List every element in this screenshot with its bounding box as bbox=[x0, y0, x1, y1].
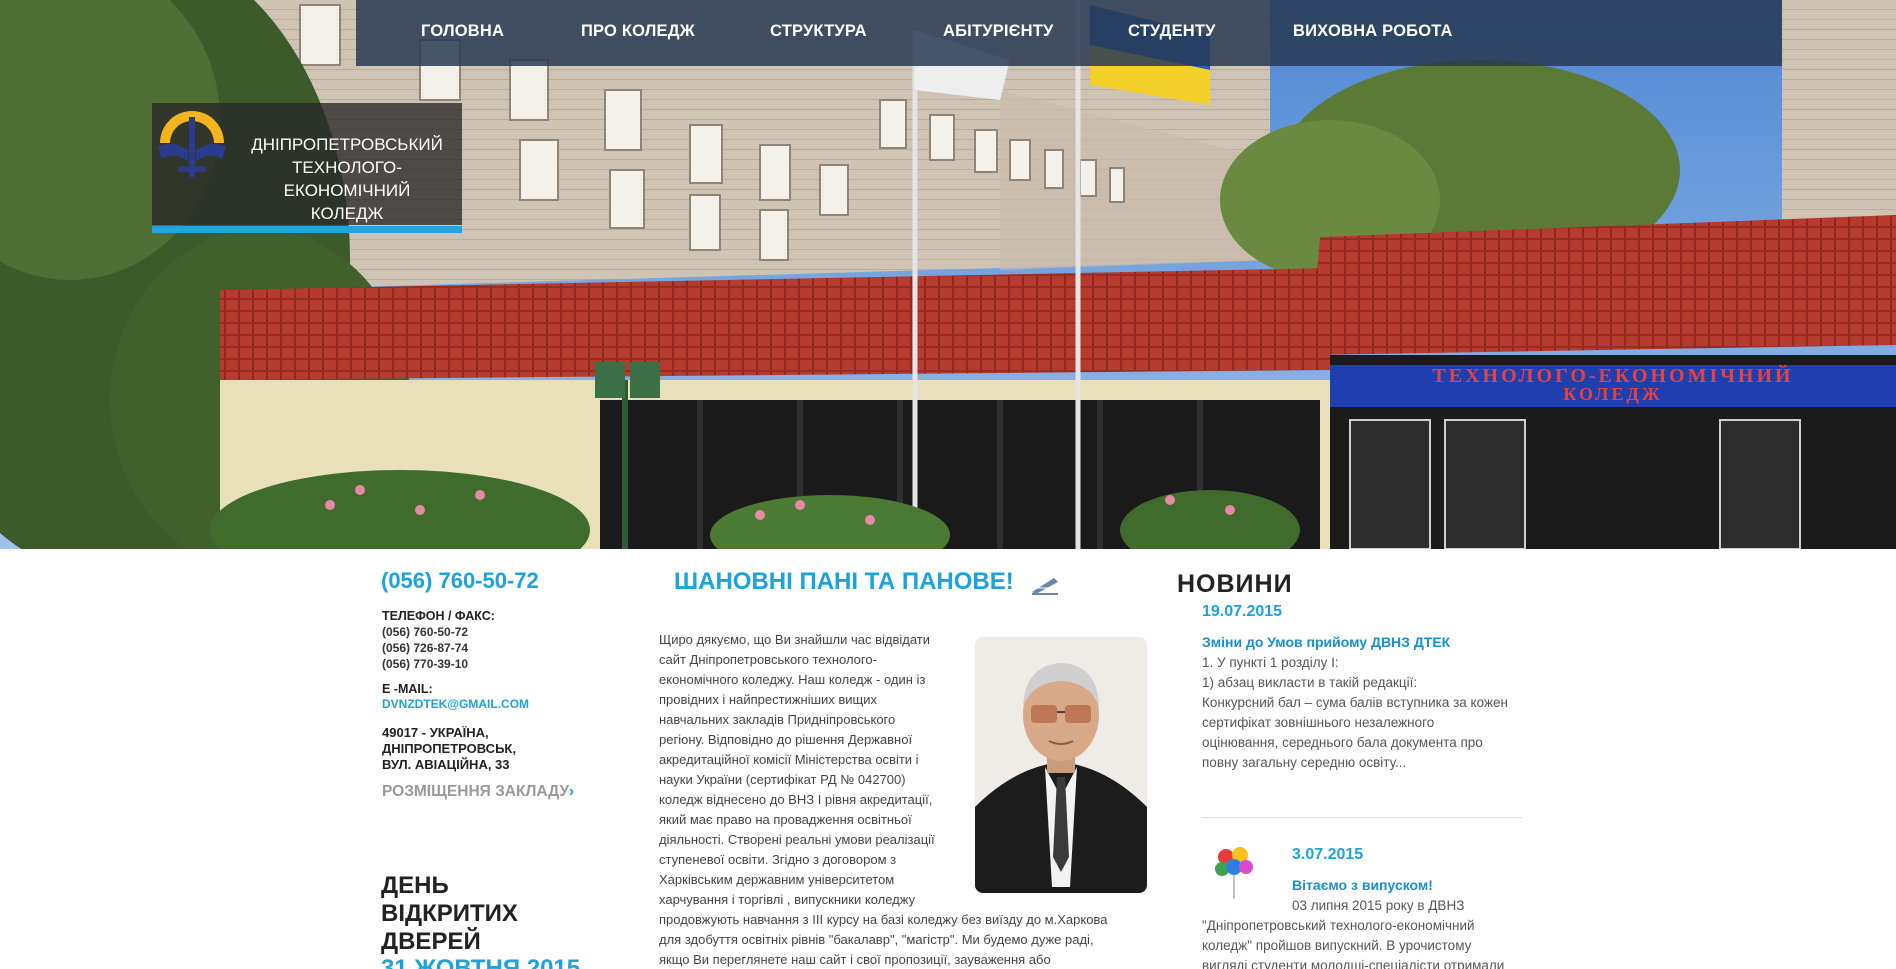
open-day-heading[interactable]: ДЕНЬ ВІДКРИТИХ ДВЕРЕЙ bbox=[381, 872, 581, 956]
welcome-line: який має право на провадження освітньої bbox=[659, 812, 912, 827]
welcome-line: навчальних закладів Придніпровського bbox=[659, 712, 896, 727]
open-day-line2: ВІДКРИТИХ bbox=[381, 900, 518, 927]
news-date: 3.07.2015 bbox=[1292, 846, 1364, 863]
welcome-line: регіону. Відповідно до рішення Державної bbox=[659, 732, 913, 747]
address-line3: ВУЛ. АВІАЦІЙНА, 33 bbox=[382, 757, 510, 772]
open-day-line3: ДВЕРЕЙ bbox=[381, 928, 481, 955]
news-excerpt-line: коледж" пройшов випускний. В урочистому bbox=[1202, 938, 1472, 953]
welcome-title: ШАНОВНІ ПАНІ ТА ПАНОВЕ! bbox=[674, 568, 1014, 595]
logo-accent-bar bbox=[152, 226, 462, 233]
news-title: НОВИНИ bbox=[1177, 570, 1293, 598]
news-headline-link[interactable]: Зміни до Умов прийому ДВНЗ ДТЕК bbox=[1202, 634, 1450, 650]
welcome-line: акредитаційної комісії Міністерства осві… bbox=[659, 752, 919, 767]
nav-item-student[interactable]: СТУДЕНТУ bbox=[1128, 22, 1216, 41]
news-excerpt-line: 1. У пункті 1 розділу I: bbox=[1202, 655, 1339, 670]
nav-item-structure[interactable]: СТРУКТУРА bbox=[770, 22, 867, 41]
welcome-line: для здобуття освітніх рівнів "бакалавр",… bbox=[659, 932, 1094, 947]
phone-3: (056) 770-39-10 bbox=[382, 657, 469, 671]
news-excerpt-line: сертифікат зовнішнього незалежного bbox=[1202, 715, 1435, 730]
hero-banner: ТЕХНОЛОГО-ЕКОНОМІЧНИЙ КОЛЕДЖ ГОЛОВНА ПРО… bbox=[0, 0, 1896, 549]
news-excerpt: 03 липня 2015 року в ДВНЗ bbox=[1292, 896, 1532, 916]
news-excerpt-line: 03 липня 2015 року в ДВНЗ bbox=[1292, 898, 1465, 913]
college-emblem-icon bbox=[158, 111, 226, 177]
phone-1: (056) 760-50-72 bbox=[382, 625, 469, 639]
phone-label: ТЕЛЕФОН / ФАКС: bbox=[382, 609, 495, 623]
nav-item-applicant[interactable]: АБІТУРІЄНТУ bbox=[943, 22, 1054, 41]
welcome-text-narrow: Щиро дякуємо, що Ви знайшли час відвідат… bbox=[659, 630, 959, 910]
nav-item-home[interactable]: ГОЛОВНА bbox=[421, 22, 504, 41]
nav-item-about[interactable]: ПРО КОЛЕДЖ bbox=[581, 22, 695, 41]
news-date: 19.07.2015 bbox=[1202, 603, 1283, 620]
news-headline-link[interactable]: Вітаємо з випуском! bbox=[1292, 877, 1433, 893]
news-excerpt: 1. У пункті 1 розділу I: 1) абзац виклас… bbox=[1202, 653, 1532, 773]
college-name: ДНІПРОПЕТРОВСЬКИЙ ТЕХНОЛОГО-ЕКОНОМІЧНИЙ … bbox=[240, 133, 454, 225]
news-excerpt-line: 1) абзац викласти в такій редакції: bbox=[1202, 675, 1418, 690]
chevron-right-icon: › bbox=[568, 783, 575, 800]
building-sign-line2: КОЛЕДЖ bbox=[1563, 384, 1662, 404]
welcome-line: ступеневої освіти. Згідно з договором з bbox=[659, 852, 897, 867]
main-navigation: ГОЛОВНА ПРО КОЛЕДЖ СТРУКТУРА АБІТУРІЄНТУ… bbox=[356, 0, 1782, 66]
address-line1: 49017 - УКРАЇНА, bbox=[382, 725, 489, 740]
location-link-label: РОЗМІЩЕННЯ ЗАКЛАДУ bbox=[382, 783, 569, 800]
welcome-line: науки України (сертифікат РД № 042700) bbox=[659, 772, 906, 787]
welcome-line: харчування і торгівлі , випускники колед… bbox=[659, 892, 916, 907]
welcome-line: діяльності. Створені реальні умови реалі… bbox=[659, 832, 935, 847]
welcome-line: коледж віднесено до ВНЗ І рівня акредита… bbox=[659, 792, 933, 807]
news-divider bbox=[1202, 817, 1522, 818]
welcome-line: продовжують навчання з ІІІ курсу на базі… bbox=[659, 912, 1108, 927]
college-logo[interactable]: ДНІПРОПЕТРОВСЬКИЙ ТЕХНОЛОГО-ЕКОНОМІЧНИЙ … bbox=[152, 103, 462, 233]
welcome-line: економічного коледжу. Наш коледж - один … bbox=[659, 672, 926, 687]
email-label: E -MAIL: bbox=[382, 682, 433, 696]
address-line2: ДНІПРОПЕТРОВСЬК, bbox=[382, 741, 516, 756]
nav-item-educational-work[interactable]: ВИХОВНА РОБОТА bbox=[1293, 22, 1453, 41]
open-day-date: 31 ЖОВТНЯ 2015 bbox=[381, 955, 581, 969]
welcome-line: Щиро дякуємо, що Ви знайшли час відвідат… bbox=[659, 632, 930, 647]
news-excerpt-continued: "Дніпропетровський технолого-економічний… bbox=[1202, 916, 1532, 969]
welcome-text: Щиро дякуємо, що Ви знайшли час відвідат… bbox=[659, 630, 1147, 969]
welcome-line: сайт Дніпропетровського технолого- bbox=[659, 652, 877, 667]
news-excerpt-line: Конкурсний бал – сума балів вступника за… bbox=[1202, 695, 1508, 710]
address: 49017 - УКРАЇНА, ДНІПРОПЕТРОВСЬК, ВУЛ. А… bbox=[382, 725, 582, 773]
main-phone[interactable]: (056) 760-50-72 bbox=[381, 568, 539, 594]
welcome-line: провідних і найпрестижніших вищих bbox=[659, 692, 878, 707]
location-link[interactable]: РОЗМІЩЕННЯ ЗАКЛАДУ› bbox=[382, 783, 574, 801]
phone-2: (056) 726-87-74 bbox=[382, 641, 469, 655]
campus-photo: ТЕХНОЛОГО-ЕКОНОМІЧНИЙ КОЛЕДЖ bbox=[0, 0, 1896, 549]
news-excerpt-line: вигляді студенти молодші-спеціалісти отр… bbox=[1202, 958, 1505, 969]
college-name-line3: КОЛЕДЖ bbox=[310, 204, 384, 223]
email-link[interactable]: DVNZDTEK@GMAIL.COM bbox=[382, 697, 529, 711]
welcome-line: Харківським державним університетом bbox=[659, 872, 895, 887]
college-name-line1: ДНІПРОПЕТРОВСЬКИЙ bbox=[251, 135, 443, 154]
news-excerpt-line: повну загальну середню освіту... bbox=[1202, 755, 1407, 770]
welcome-line: якщо Ви переглянете наш сайт і свої проп… bbox=[659, 952, 1051, 967]
balloons-icon bbox=[1215, 847, 1253, 899]
signature-icon bbox=[1032, 578, 1058, 595]
college-name-line2: ТЕХНОЛОГО-ЕКОНОМІЧНИЙ bbox=[283, 158, 411, 200]
open-day-line1: ДЕНЬ bbox=[381, 872, 449, 899]
news-excerpt-line: оцінювання, середнього бала документа пр… bbox=[1202, 735, 1483, 750]
news-excerpt-line: "Дніпропетровський технолого-економічний bbox=[1202, 918, 1475, 933]
